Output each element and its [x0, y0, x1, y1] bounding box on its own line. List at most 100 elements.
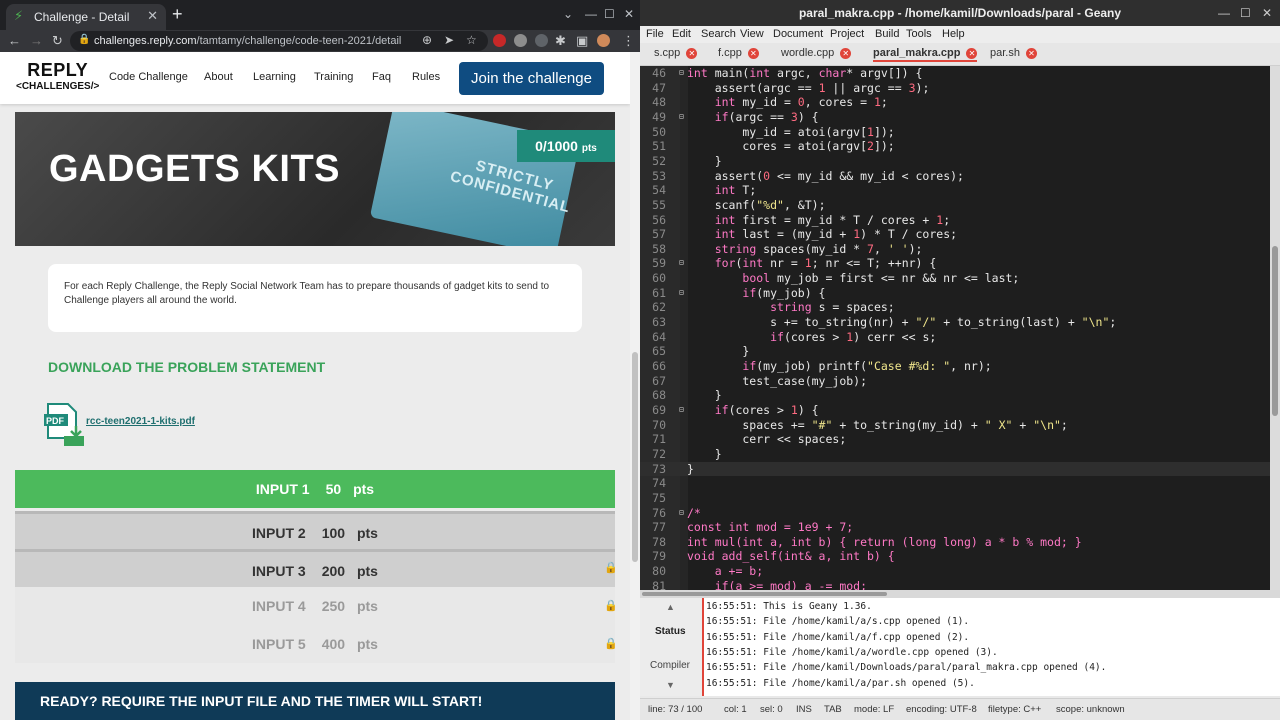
fold-toggle-icon[interactable]: ⊟	[679, 508, 684, 517]
code-line[interactable]: 52 }	[640, 154, 1270, 169]
nav-learning[interactable]: Learning	[253, 71, 296, 83]
code-line[interactable]: 63 s += to_string(nr) + "/" + to_string(…	[640, 315, 1270, 330]
code-line[interactable]: 68 }	[640, 388, 1270, 403]
code-line[interactable]: 62 string s = spaces;	[640, 300, 1270, 315]
back-icon[interactable]: ←	[8, 32, 21, 50]
address-bar[interactable]: 🔒 challenges.reply.com/tamtamy/challenge…	[70, 31, 488, 51]
code-line[interactable]: 75	[640, 491, 1270, 506]
code-line[interactable]: 58 string spaces(my_id * 7, ' ');	[640, 242, 1270, 257]
code-line[interactable]: 53 assert(0 <= my_id && my_id < cores);	[640, 169, 1270, 184]
menu-search[interactable]: Search	[701, 28, 736, 40]
msg-tab-compiler[interactable]: Compiler	[650, 660, 690, 671]
close-doc-icon[interactable]: ✕	[747, 48, 759, 59]
code-line[interactable]: 69 ⊟ if(cores > 1) {	[640, 403, 1270, 418]
scroll-up-icon[interactable]: ▲	[666, 602, 675, 612]
doc-tab-f-cpp[interactable]: f.cpp ✕	[718, 47, 759, 59]
nav-about[interactable]: About	[204, 71, 233, 83]
browser-menu-icon[interactable]: ⋮	[622, 32, 635, 50]
code-line[interactable]: 77 const int mod = 1e9 + 7;	[640, 520, 1270, 535]
close-doc-icon[interactable]: ✕	[966, 48, 978, 59]
bookmark-star-icon[interactable]: ☆	[466, 33, 477, 47]
minimize-icon[interactable]: —	[585, 7, 597, 21]
code-line[interactable]: 59 ⊟ for(int nr = 1; nr <= T; ++nr) {	[640, 256, 1270, 271]
zoom-icon[interactable]: ⊕	[422, 33, 432, 47]
code-line[interactable]: 56 int first = my_id * T / cores + 1;	[640, 213, 1270, 228]
code-line[interactable]: 50 my_id = atoi(argv[1]);	[640, 125, 1270, 140]
doc-tab-par-sh[interactable]: par.sh ✕	[990, 47, 1037, 59]
new-tab-icon[interactable]: +	[172, 5, 183, 23]
forward-icon[interactable]: →	[30, 32, 43, 50]
close-doc-icon[interactable]: ✕	[1025, 48, 1037, 59]
code-line[interactable]: 48 int my_id = 0, cores = 1;	[640, 95, 1270, 110]
code-line[interactable]: 65 }	[640, 344, 1270, 359]
input-row-2[interactable]: INPUT 2 100 pts	[15, 511, 615, 549]
code-line[interactable]: 79 void add_self(int& a, int b) {	[640, 549, 1270, 564]
code-line[interactable]: 66 if(my_job) printf("Case #%d: ", nr);	[640, 359, 1270, 374]
editor-hscrollbar-thumb[interactable]	[642, 592, 887, 596]
code-line[interactable]: 73}	[640, 461, 1270, 477]
profile-avatar[interactable]	[597, 34, 610, 47]
close-doc-icon[interactable]: ✕	[840, 48, 852, 59]
close-doc-icon[interactable]: ✕	[686, 48, 698, 59]
code-line[interactable]: 76 ⊟/*	[640, 506, 1270, 521]
close-window-icon[interactable]: ✕	[1262, 0, 1272, 26]
page-scrollbar-thumb[interactable]	[632, 352, 638, 562]
side-panel-icon[interactable]: ▣	[576, 32, 588, 50]
browser-tab[interactable]: ⚡ Challenge - Detail ✕	[6, 4, 166, 30]
nav-code-challenge[interactable]: Code Challenge	[109, 71, 188, 83]
doc-tab-s-cpp[interactable]: s.cpp ✕	[654, 47, 698, 59]
code-line[interactable]: 51 cores = atoi(argv[2]);	[640, 139, 1270, 154]
chevron-down-icon[interactable]: ⌄	[563, 7, 573, 21]
close-tab-icon[interactable]: ✕	[147, 8, 158, 24]
menu-tools[interactable]: Tools	[906, 28, 932, 40]
maximize-icon[interactable]: ☐	[1240, 0, 1251, 26]
input-row-1[interactable]: INPUT 1 50 pts	[15, 470, 615, 508]
code-line[interactable]: 61 ⊟ if(my_job) {	[640, 286, 1270, 301]
code-line[interactable]: 64 if(cores > 1) cerr << s;	[640, 330, 1270, 345]
code-line[interactable]: 74	[640, 476, 1270, 491]
code-line[interactable]: 71 cerr << spaces;	[640, 432, 1270, 447]
pdf-download-icon[interactable]: PDF	[44, 402, 84, 446]
fold-toggle-icon[interactable]: ⊟	[679, 68, 684, 77]
msg-tab-status[interactable]: Status	[655, 626, 686, 637]
code-line[interactable]: 70 spaces += "#" + to_string(my_id) + " …	[640, 418, 1270, 433]
menu-view[interactable]: View	[740, 28, 764, 40]
code-line[interactable]: 60 bool my_job = first <= nr && nr <= la…	[640, 271, 1270, 286]
editor-hscrollbar[interactable]	[640, 590, 1280, 598]
menu-help[interactable]: Help	[942, 28, 965, 40]
pdf-link[interactable]: rcc-teen2021-1-kits.pdf	[86, 416, 195, 427]
code-line[interactable]: 80 a += b;	[640, 564, 1270, 579]
editor-vscrollbar-thumb[interactable]	[1272, 246, 1278, 416]
fold-toggle-icon[interactable]: ⊟	[679, 405, 684, 414]
page-scrollbar[interactable]	[630, 52, 640, 720]
extensions-puzzle-icon[interactable]: ✱	[555, 32, 566, 50]
extension-ublock-icon[interactable]	[493, 34, 506, 47]
code-line[interactable]: 46 ⊟ int main(int argc, char* argv[]) {	[640, 66, 1270, 81]
code-line[interactable]: 54 int T;	[640, 183, 1270, 198]
close-window-icon[interactable]: ✕	[624, 7, 634, 21]
menu-build[interactable]: Build	[875, 28, 899, 40]
fold-toggle-icon[interactable]: ⊟	[679, 112, 684, 121]
menu-document[interactable]: Document	[773, 28, 823, 40]
code-line[interactable]: 47 assert(argc == 1 || argc == 3);	[640, 81, 1270, 96]
minimize-icon[interactable]: —	[1218, 0, 1230, 26]
nav-rules[interactable]: Rules	[412, 71, 440, 83]
menu-file[interactable]: File	[646, 28, 664, 40]
menu-project[interactable]: Project	[830, 28, 864, 40]
maximize-icon[interactable]: ☐	[604, 7, 615, 21]
input-row-3[interactable]: INPUT 3 200 pts	[15, 549, 615, 587]
reload-icon[interactable]: ↻	[52, 32, 63, 50]
doc-tab-paral-makra-cpp[interactable]: paral_makra.cpp ✕	[873, 47, 978, 62]
code-line[interactable]: 55 scanf("%d", &T);	[640, 198, 1270, 213]
extension-gray-icon[interactable]	[514, 34, 527, 47]
editor-vscrollbar[interactable]	[1270, 66, 1280, 590]
scroll-down-icon[interactable]: ▼	[666, 680, 675, 690]
extension-pen-icon[interactable]	[535, 34, 548, 47]
nav-training[interactable]: Training	[314, 71, 353, 83]
code-editor[interactable]: 46 ⊟ int main(int argc, char* argv[]) {47 …	[640, 66, 1270, 590]
code-line[interactable]: 81 if(a >= mod) a -= mod;	[640, 579, 1270, 590]
share-icon[interactable]: ➤	[444, 33, 454, 47]
fold-toggle-icon[interactable]: ⊟	[679, 258, 684, 267]
join-challenge-button[interactable]: Join the challenge	[459, 62, 604, 95]
reply-challenges-logo[interactable]: REPLY <CHALLENGES/>	[16, 60, 99, 92]
